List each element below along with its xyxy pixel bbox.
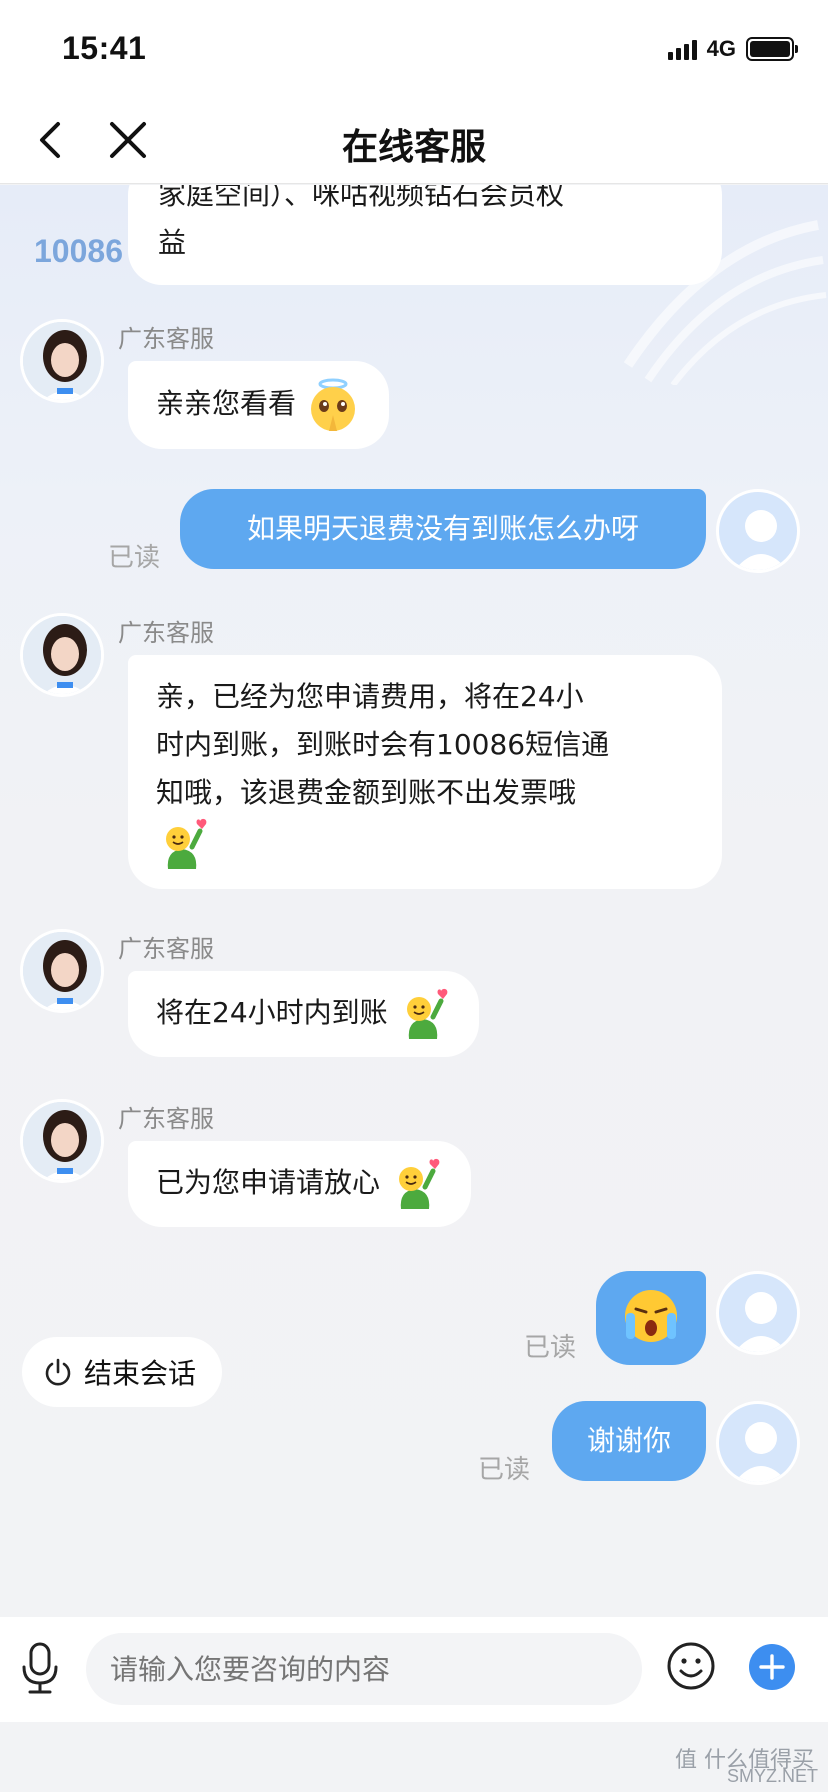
agent-message-bubble: 已为您申请请放心 — [128, 1141, 471, 1227]
agent-name: 广东客服 — [118, 325, 214, 353]
user-message-bubble — [596, 1271, 706, 1365]
message-text-line: 亲，已经为您申请费用，将在24小 — [156, 680, 584, 713]
agent-name: 广东客服 — [118, 619, 214, 647]
emoji-icon[interactable] — [666, 1641, 716, 1691]
message-text: 谢谢你 — [586, 1424, 671, 1457]
add-icon[interactable] — [748, 1643, 796, 1691]
agent-avatar[interactable] — [20, 613, 104, 697]
network-type: 4G — [706, 36, 736, 61]
user-avatar[interactable] — [716, 1401, 800, 1485]
agent-avatar[interactable] — [20, 929, 104, 1013]
message-text-line: 时内到账，到账时会有10086短信通 — [156, 728, 610, 761]
microphone-icon[interactable] — [18, 1641, 62, 1695]
status-time: 15:41 — [62, 30, 147, 66]
agent-name: 广东客服 — [118, 935, 214, 963]
agent-avatar[interactable] — [20, 319, 104, 403]
message-text: 亲亲您看看 — [156, 387, 297, 420]
read-status: 已读 — [478, 1455, 531, 1485]
user-avatar[interactable] — [716, 1271, 800, 1355]
read-status: 已读 — [524, 1333, 577, 1363]
status-indicators: 4G — [667, 36, 798, 62]
message-input[interactable] — [86, 1633, 642, 1705]
agent-name: 广东客服 — [118, 1105, 214, 1133]
user-message-bubble: 如果明天退费没有到账怎么办呀 — [180, 489, 706, 569]
angel-praying-emoji-icon — [310, 378, 355, 431]
agent-message-bubble: 将在24小时内到账 — [128, 971, 479, 1057]
input-bar — [0, 1617, 828, 1722]
brand-logo: 10086 — [34, 233, 123, 269]
message-text-line: 益 — [158, 226, 187, 259]
page-title: 在线客服 — [341, 127, 486, 168]
waving-heart-emoji-icon — [166, 818, 207, 869]
read-status: 已读 — [108, 543, 161, 573]
agent-message-bubble: 家庭空间）、咪咕视频钻石会员权 益 — [128, 185, 722, 285]
user-message-bubble: 谢谢你 — [552, 1401, 706, 1481]
message-text-line: 家庭空间）、咪咕视频钻石会员权 — [158, 185, 565, 211]
user-avatar[interactable] — [716, 489, 800, 573]
end-session-button[interactable]: 结束会话 — [22, 1337, 223, 1407]
message-text: 将在24小时内到账 — [156, 996, 388, 1029]
end-session-label: 结束会话 — [84, 1357, 197, 1390]
nav-bar: 在线客服 — [0, 96, 828, 184]
crying-emoji-icon — [625, 1290, 677, 1342]
waving-heart-emoji-icon — [398, 1158, 440, 1209]
watermark-sub: SMYZ.NET — [726, 1766, 818, 1786]
waving-heart-emoji-icon — [406, 988, 447, 1039]
power-icon — [45, 1358, 71, 1386]
agent-message-bubble: 亲，已经为您申请费用，将在24小 时内到账，到账时会有10086短信通 知哦，该… — [128, 655, 722, 889]
battery-icon — [746, 37, 798, 61]
message-text: 如果明天退费没有到账怎么办呀 — [246, 512, 639, 545]
status-bar: 15:41 4G — [0, 0, 828, 96]
agent-message-bubble: 亲亲您看看 — [128, 361, 389, 449]
message-text: 已为您申请请放心 — [156, 1166, 381, 1199]
signal-icon — [667, 38, 697, 60]
agent-avatar[interactable] — [20, 1099, 104, 1183]
bottom-area: 值 什么值得买 SMYZ.NET — [0, 1722, 828, 1792]
message-text-line: 知哦，该退费金额到账不出发票哦 — [156, 776, 577, 809]
